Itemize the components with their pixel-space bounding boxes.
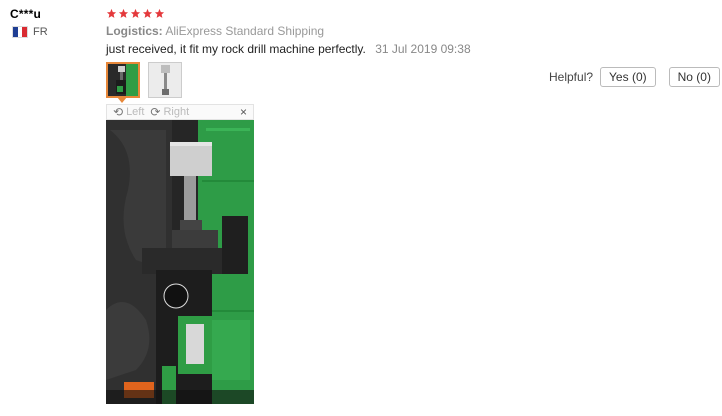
rotate-left-button[interactable]: ⟲ Left xyxy=(113,106,144,118)
logistics-value: AliExpress Standard Shipping xyxy=(165,24,325,38)
image-viewer-toolbar: ⟲ Left ⟳ Right × xyxy=(106,104,254,120)
star-icon xyxy=(154,8,165,19)
star-icon xyxy=(130,8,141,19)
photo-thumbnail-2[interactable] xyxy=(148,62,182,98)
photo-thumbnail-1-image xyxy=(108,64,138,96)
review-text: just received, it fit my rock drill mach… xyxy=(106,42,366,56)
star-icon xyxy=(142,8,153,19)
country-code: FR xyxy=(33,26,48,38)
helpful-yes-button[interactable]: Yes (0) xyxy=(600,67,656,87)
rotate-left-label: Left xyxy=(126,106,145,118)
helpful-label: Helpful? xyxy=(549,70,594,84)
close-icon[interactable]: × xyxy=(240,105,247,119)
photo-thumbnail-1[interactable] xyxy=(106,62,140,98)
rotate-right-icon: ⟳ xyxy=(150,105,161,119)
star-icon xyxy=(118,8,129,19)
star-icon xyxy=(106,8,117,19)
rotate-left-icon: ⟲ xyxy=(113,105,124,119)
rotate-right-button[interactable]: ⟳ Right xyxy=(150,106,189,118)
reviewer-name: C***u xyxy=(10,7,42,21)
review-date: 31 Jul 2019 09:38 xyxy=(375,42,471,56)
logistics-info: Logistics: AliExpress Standard Shipping xyxy=(106,24,324,38)
review-photo-preview xyxy=(106,120,254,404)
photo-thumbnail-2-image xyxy=(149,63,181,97)
helpful-no-button[interactable]: No (0) xyxy=(668,67,720,87)
review-text-line: just received, it fit my rock drill mach… xyxy=(106,42,471,56)
star-rating xyxy=(106,8,165,19)
logistics-label: Logistics: xyxy=(106,24,163,38)
active-thumbnail-caret xyxy=(117,97,127,103)
reviewer-country: FR xyxy=(12,26,48,38)
rotate-right-label: Right xyxy=(163,106,190,118)
review-photo xyxy=(106,120,254,404)
helpful-section: Helpful? Yes (0) No (0) xyxy=(549,67,720,87)
france-flag-icon xyxy=(12,26,28,38)
